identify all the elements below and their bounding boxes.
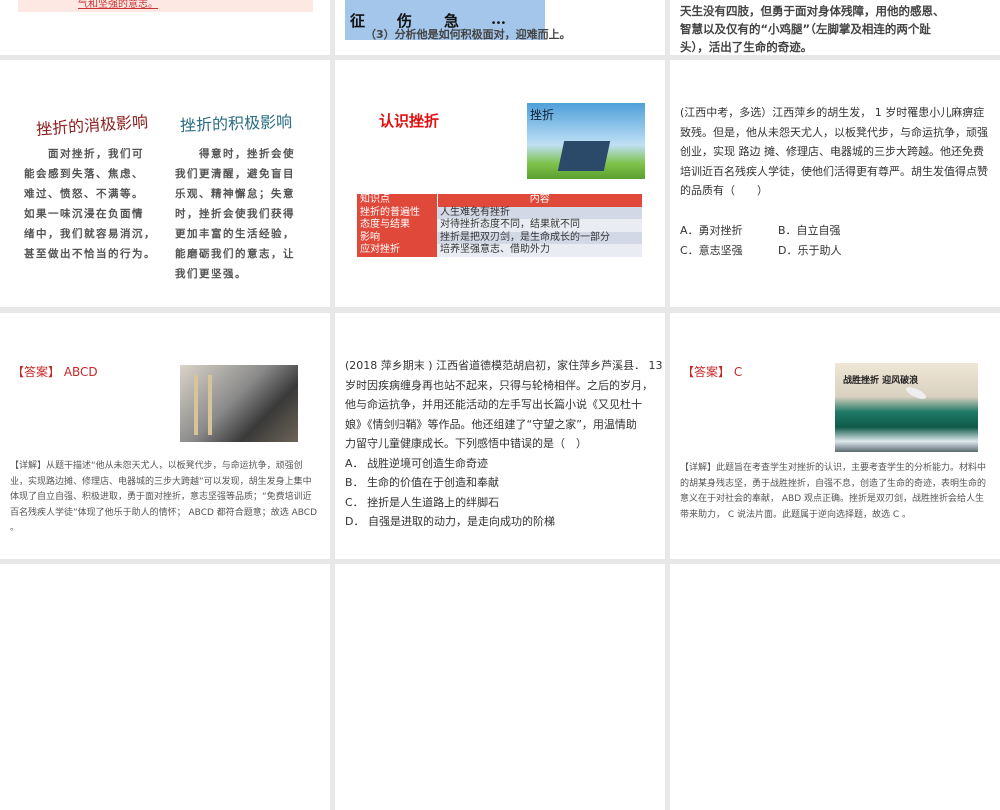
question-line: (江西中考，多选）江西萍乡的胡生发， 1 岁时罹患小儿麻痹症 — [680, 106, 985, 119]
option-c: C． 挫折是人生道路上的绊脚石 — [345, 495, 500, 509]
text-line: 我们更清醒，避免盲目 — [175, 168, 295, 180]
image-title: 挫折 — [530, 108, 555, 122]
text-line: 时，挫折会使我们获得 — [175, 208, 295, 220]
slide-text: （3）分析他是如何积极面对，迎难而上。 — [365, 28, 571, 41]
slide-thumbnail[interactable]: 【答案】 C 战胜挫折 迎风破浪 【详解】此题旨在考查学生对挫折的认识，主要考查… — [670, 313, 1000, 559]
slide-thumbnail[interactable]: 【答案】 ABCD 【详解】从题干描述“他从未怨天尤人，以板凳代步，与命运抗争，… — [0, 313, 330, 559]
book-icon — [557, 141, 611, 171]
image-caption: 战胜挫折 迎风破浪 — [843, 376, 919, 386]
option-b: B．自立自强 — [778, 224, 841, 237]
question-line: 他与命运抗争，并用还能活动的左手写出长篇小说《又见杜十 — [345, 398, 642, 411]
slide-thumbnail[interactable] — [0, 564, 330, 810]
table-row: 挫折的普遍性 人生难免有挫折 — [357, 206, 642, 219]
option-a: A．勇对挫折 — [680, 224, 743, 237]
question-line: 创业，实现 路边 摊、修理店、电器城的三步大跨越。他还免费 — [680, 145, 984, 158]
answer-label: 【答案】 C — [682, 365, 743, 379]
question-line: 致残。但是，他从未怨天尤人，以板凳代步，与命运抗争，顽强 — [680, 125, 988, 139]
slide-thumbnail[interactable]: 天生没有四肢，但勇于面对身体残障，用他的感恩、 智慧以及仅有的“小鸡腿”（左脚掌… — [670, 0, 1000, 55]
slide-thumbnail[interactable]: (2018 萍乡期末 ) 江西省道德模范胡启初，家住萍乡芦溪县． 13 岁时因疾… — [335, 313, 665, 559]
surfboard-icon — [904, 384, 928, 402]
workshop-photo — [180, 365, 298, 442]
slide-thumbnail[interactable]: 挫折的消极影响 挫折的积极影响 面对挫折，我们可 能会感到失落、焦虑、 难过、愤… — [0, 60, 330, 307]
option-a: A． 战胜逆境可创造生命奇迹 — [345, 456, 489, 470]
slide-title: 认识挫折 — [379, 112, 440, 130]
slide-thumbnail[interactable]: 认识挫折 挫折 知识点 内容 挫折的普遍性 人生难免有挫折 态度与结果 对待挫折态度… — [335, 60, 665, 307]
text-line: 如果一味沉浸在负面情 — [24, 208, 144, 220]
text-line: 乐观、精神懈怠；失意 — [175, 188, 295, 200]
question-line: 岁时因疾病缠身再也站不起来，只得与轮椅相伴。之后的岁月， — [345, 378, 653, 392]
slide-thumbnail[interactable]: 气和坚强的意志。 — [0, 0, 330, 55]
text-line: 更加丰富的生活经验， — [175, 228, 295, 240]
positive-title: 挫折的积极影响 — [179, 112, 293, 135]
text-line: 能磨砺我们的意志，让 — [175, 248, 295, 260]
text-line: 难过、愤怒、不满等。 — [24, 188, 144, 200]
text-line: 我们更坚强。 — [175, 268, 247, 280]
slide-thumbnail[interactable]: 征 伤 急 … （3）分析他是如何积极面对，迎难而上。 — [335, 0, 665, 55]
surfing-image: 战胜挫折 迎风破浪 — [835, 363, 978, 452]
negative-title: 挫折的消极影响 — [35, 112, 149, 139]
slide-thumbnail[interactable]: (江西中考，多选）江西萍乡的胡生发， 1 岁时罹患小儿麻痹症 致残。但是，他从未… — [670, 60, 1000, 307]
calligraphy-char: 征 — [350, 12, 366, 30]
option-c: C．意志坚强 — [680, 243, 743, 257]
slide-thumbnail[interactable] — [335, 564, 665, 810]
question-line: 力留守儿童健康成长。下列感悟中错误的是（ ） — [345, 437, 587, 450]
text-line: 得意时，挫折会使 — [175, 148, 295, 160]
text-line: 能会感到失落、焦虑、 — [24, 168, 144, 180]
question-line: (2018 萍乡期末 ) 江西省道德模范胡启初，家住萍乡芦溪县． 13 — [345, 359, 663, 372]
table-row: 态度与结果 对待挫折态度不同，结果就不同 — [357, 219, 642, 232]
answer-detail: 【详解】此题旨在考查学生对挫折的认识，主要考查学生的分析能力。材料中的胡某身残志… — [680, 463, 987, 520]
text-line: 甚至做出不恰当的行为。 — [24, 248, 156, 260]
answer-detail: 【详解】从题干描述“他从未怨天尤人，以板凳代步，与命运抗争，顽强创业，实现路边摊… — [10, 461, 318, 533]
text-line: 天生没有四肢，但勇于面对身体残障，用他的感恩、 — [680, 4, 945, 18]
slide-thumbnail[interactable] — [670, 564, 1000, 810]
question-line: 娘》《情剑归鞘》等作品。他还组建了“守望之家”，用温情助 — [345, 417, 637, 431]
table-header: 知识点 内容 — [357, 194, 642, 207]
text-line: 智慧以及仅有的“小鸡腿”（左脚掌及相连的两个趾 — [680, 22, 931, 36]
frustration-image: 挫折 — [527, 103, 645, 179]
option-d: D．乐于助人 — [778, 243, 842, 257]
stool-icon — [194, 375, 212, 435]
text-line: 绪中，我们就容易消沉， — [24, 228, 156, 240]
text-box — [18, 0, 313, 12]
table-row: 影响 挫折是把双刃剑，是生命成长的一部分 — [357, 231, 642, 244]
text-line: 头），活出了生命的奇迹。 — [680, 40, 813, 54]
option-d: D． 自强是进取的动力，是走向成功的阶梯 — [345, 515, 555, 528]
question-line: 的品质有（ ） — [680, 184, 768, 197]
answer-label: 【答案】 ABCD — [12, 365, 98, 379]
slide-text: 气和坚强的意志。 — [78, 0, 158, 10]
table-row: 应对挫折 培养坚强意志、借助外力 — [357, 244, 642, 257]
question-line: 培训近百名残疾人学徒，使他们活得更有尊严。胡生发值得点赞 — [680, 164, 988, 178]
text-line: 面对挫折，我们可 — [24, 148, 144, 160]
knowledge-table: 知识点 内容 挫折的普遍性 人生难免有挫折 态度与结果 对待挫折态度不同，结果就不同… — [357, 194, 642, 257]
option-b: B． 生命的价值在于创造和奉献 — [345, 476, 500, 489]
